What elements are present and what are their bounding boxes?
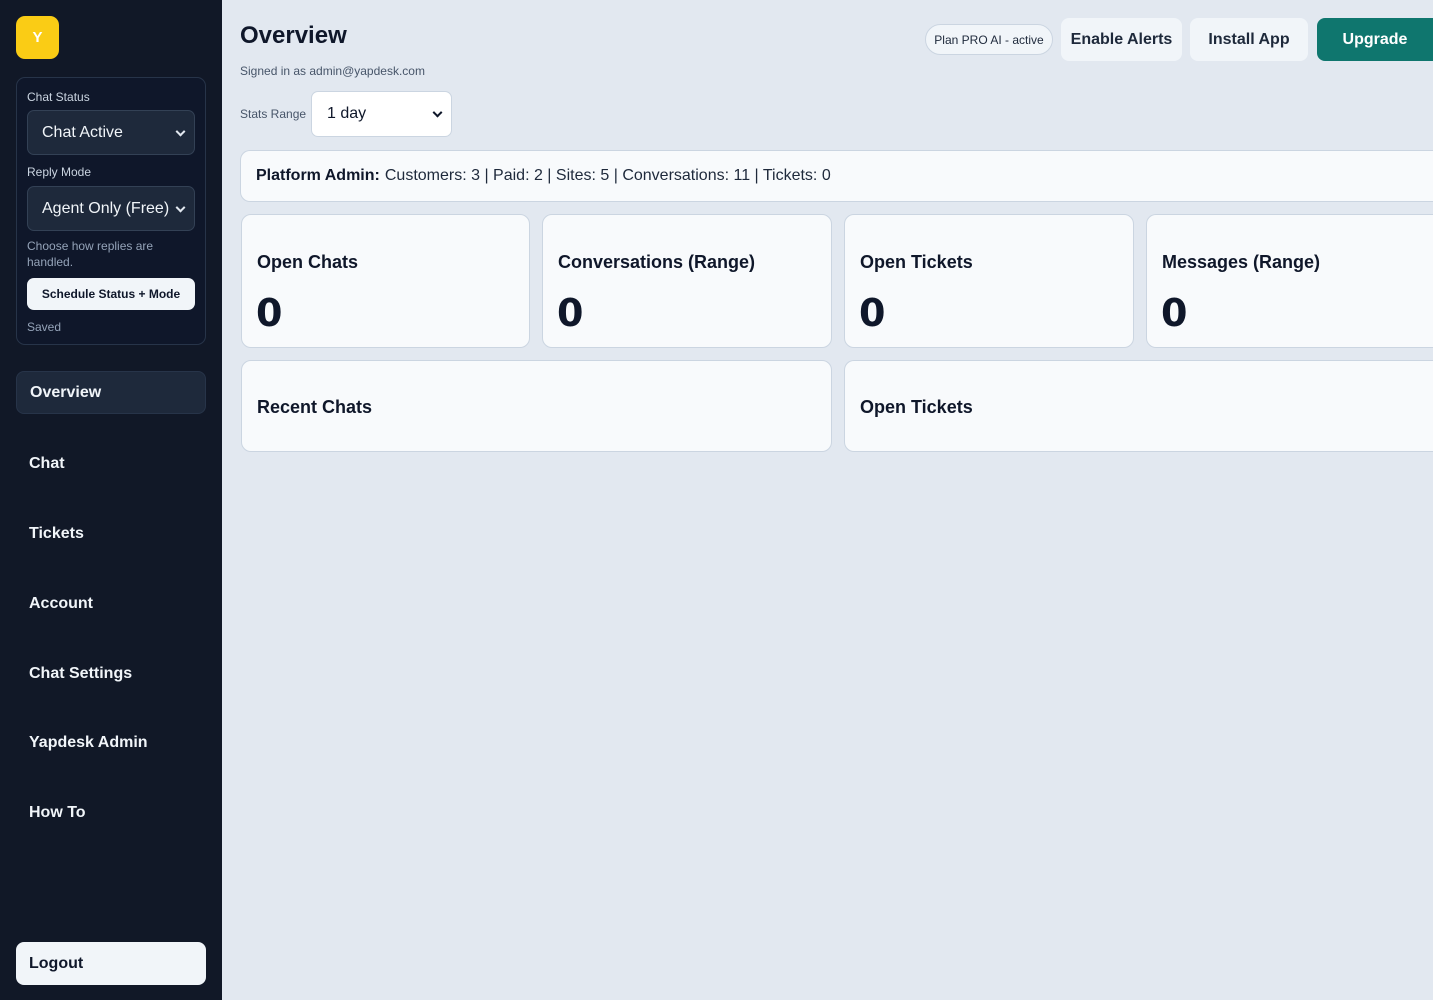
signed-in-text: Signed in as admin@yapdesk.com [240, 64, 425, 78]
stat-card-title: Messages (Range) [1162, 252, 1321, 272]
stat-card-title: Open Tickets [860, 252, 973, 272]
stat-card-open-tickets: Open Tickets 0 [844, 214, 1134, 348]
stats-range-select[interactable]: 1 day [311, 91, 452, 137]
sidebar-item-account[interactable]: Account [16, 582, 206, 625]
plan-badge: Plan PRO AI - active [925, 24, 1053, 55]
recent-chats-title: Recent Chats [257, 397, 373, 417]
open-tickets-title: Open Tickets [860, 397, 973, 417]
chevron-down-icon [432, 107, 443, 118]
chat-status-panel: Chat Status Chat Active Reply Mode Agent… [16, 77, 206, 345]
stat-card-title: Conversations (Range) [558, 252, 756, 272]
open-tickets-panel: Open Tickets [844, 360, 1433, 452]
platform-admin-summary: Platform Admin: Customers: 3 | Paid: 2 |… [240, 150, 1433, 202]
stats-range-label: Stats Range [240, 107, 307, 121]
chat-status-value: Chat Active [42, 123, 123, 141]
stat-card-title: Open Chats [257, 252, 359, 272]
sidebar-item-yapdesk-admin[interactable]: Yapdesk Admin [16, 721, 206, 764]
logout-button[interactable]: Logout [16, 942, 206, 985]
sidebar: Y Chat Status Chat Active Reply Mode Age… [0, 0, 222, 1000]
schedule-status-mode-button[interactable]: Schedule Status + Mode [27, 278, 195, 310]
stats-range-value: 1 day [327, 105, 367, 122]
stat-card-value: 0 [859, 291, 886, 335]
enable-alerts-button[interactable]: Enable Alerts [1061, 18, 1182, 61]
chat-status-label: Chat Status [27, 90, 90, 104]
stat-card-value: 0 [557, 291, 584, 335]
app-logo[interactable]: Y [16, 16, 59, 59]
reply-mode-help: Choose how replies are handled. [27, 239, 154, 269]
reply-mode-value: Agent Only (Free) [42, 199, 170, 217]
stat-card-open-chats: Open Chats 0 [241, 214, 530, 348]
stat-card-conversations-range: Conversations (Range) 0 [542, 214, 832, 348]
upgrade-button[interactable]: Upgrade [1317, 18, 1433, 61]
stat-card-messages-range: Messages (Range) 0 [1146, 214, 1433, 348]
stat-card-value: 0 [256, 291, 283, 335]
platform-admin-label: Platform Admin: [256, 167, 380, 184]
platform-admin-stats: Customers: 3 | Paid: 2 | Sites: 5 | Conv… [384, 167, 831, 184]
stat-card-value: 0 [1161, 291, 1188, 335]
chat-status-select[interactable]: Chat Active [27, 110, 195, 155]
reply-mode-select[interactable]: Agent Only (Free) [27, 186, 195, 231]
sidebar-item-chat-settings[interactable]: Chat Settings [16, 652, 206, 695]
sidebar-item-overview[interactable]: Overview [16, 371, 206, 414]
reply-mode-label: Reply Mode [27, 165, 92, 179]
sidebar-item-tickets[interactable]: Tickets [16, 512, 206, 555]
recent-chats-panel: Recent Chats [241, 360, 832, 452]
saved-status-text: Saved [27, 320, 62, 334]
page-title: Overview [240, 22, 347, 49]
chevron-down-icon [175, 202, 186, 213]
chevron-down-icon [175, 126, 186, 137]
sidebar-item-how-to[interactable]: How To [16, 791, 206, 834]
sidebar-item-chat[interactable]: Chat [16, 442, 206, 485]
install-app-button[interactable]: Install App [1190, 18, 1308, 61]
